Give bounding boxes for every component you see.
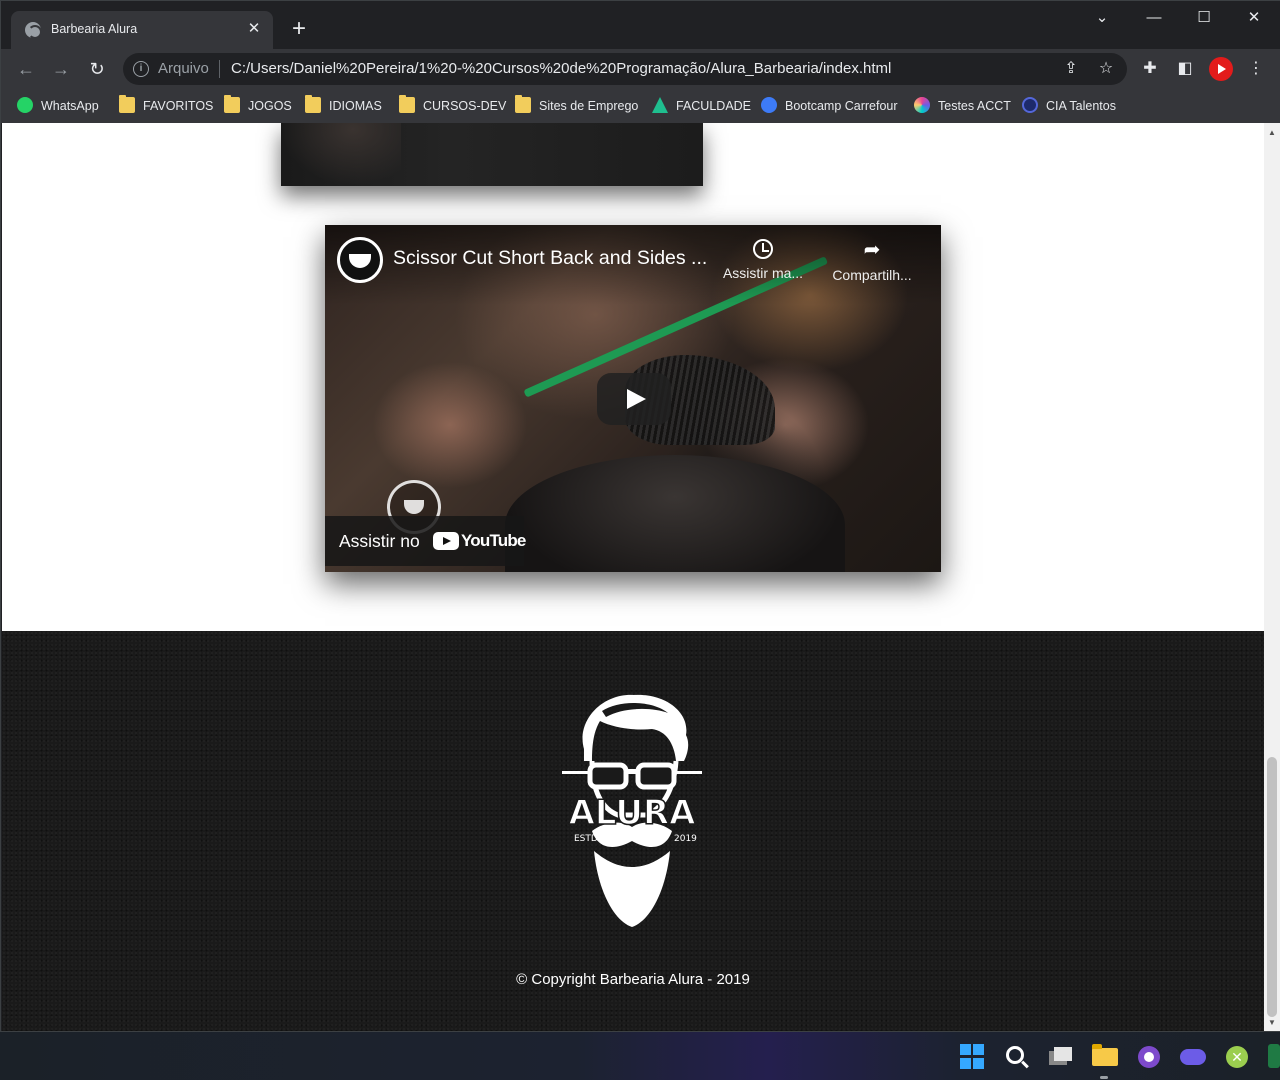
bookmark-label: FACULDADE (676, 99, 752, 113)
share-arrow-icon: ➦ (863, 239, 881, 261)
watch-on-label: Assistir no (339, 531, 420, 551)
minimize-button[interactable]: — (1129, 1, 1179, 35)
scroll-down-icon[interactable]: ▼ (1268, 1019, 1276, 1027)
task-view-icon[interactable] (1054, 1047, 1072, 1061)
bookmark-cia-talentos[interactable]: CIA Talentos (1022, 96, 1116, 116)
folder-icon (119, 95, 135, 113)
bookmark-whatsapp[interactable]: WhatsApp (17, 96, 99, 116)
file-explorer-icon[interactable] (1092, 1044, 1118, 1066)
share-icon[interactable]: ⇪ (1061, 59, 1081, 79)
bookmark-star-icon[interactable]: ☆ (1096, 59, 1116, 79)
bookmark-sites-de-emprego[interactable]: Sites de Emprego (515, 95, 639, 116)
site-info-icon[interactable]: i (133, 61, 149, 77)
alura-barber-logo: ALURA ESTD 2019 (562, 694, 702, 927)
page-viewport: Scissor Cut Short Back and Sides ... Ass… (2, 123, 1264, 1031)
scrollbar-thumb[interactable] (1267, 757, 1277, 1017)
bookmark-label: CURSOS-DEV (423, 99, 507, 113)
back-button[interactable]: ← (12, 55, 40, 83)
tab-close-icon[interactable]: ✕ (245, 20, 263, 38)
whatsapp-icon (17, 97, 33, 113)
bookmark-label: WhatsApp (41, 99, 99, 113)
bookmark-label: Testes ACCT (938, 99, 1011, 113)
excel-icon[interactable] (1268, 1044, 1280, 1068)
globe-icon (25, 22, 42, 39)
reload-button[interactable]: ↻ (83, 55, 111, 83)
bookmark-label: CIA Talentos (1046, 99, 1116, 113)
testes-icon (914, 97, 930, 113)
bookmark-idiomas[interactable]: IDIOMAS (305, 95, 382, 116)
youtube-wordmark: YouTube (461, 531, 526, 550)
channel-avatar[interactable] (337, 237, 383, 283)
clock-icon (753, 239, 773, 259)
logo-estd-text: ESTD (574, 834, 598, 844)
page-scrollbar[interactable]: ▲ ▼ (1264, 123, 1280, 1031)
maximize-button[interactable]: ☐ (1179, 1, 1229, 35)
play-button[interactable] (597, 373, 671, 425)
side-panel-icon[interactable]: ◧ (1174, 58, 1196, 80)
faculdade-icon (652, 97, 668, 113)
bookmark-jogos[interactable]: JOGOS (224, 95, 292, 116)
video-frame-head (505, 455, 845, 572)
bookmark-faculdade[interactable]: FACULDADE (652, 96, 751, 116)
bookmark-label: Bootcamp Carrefour (785, 99, 898, 113)
folder-icon (224, 95, 240, 113)
copyright-text: © Copyright Barbearia Alura - 2019 (516, 971, 750, 988)
logo-alura-text: ALURA (569, 793, 697, 833)
youtube-embed[interactable]: Scissor Cut Short Back and Sides ... Ass… (325, 225, 941, 572)
page-footer: ALURA ESTD 2019 © Copyright Barbearia Al… (2, 631, 1264, 1031)
bookmark-label: FAVORITOS (143, 99, 214, 113)
windows-taskbar (0, 1032, 1280, 1080)
logo-year-text: 2019 (674, 834, 697, 844)
tab-barbearia-alura[interactable]: Barbearia Alura ✕ (11, 11, 273, 49)
search-icon[interactable] (1006, 1046, 1024, 1064)
omnibox-divider (219, 60, 220, 78)
cia-icon (1022, 97, 1038, 113)
extensions-icon[interactable]: ✚ (1139, 58, 1161, 80)
folder-icon (515, 95, 531, 113)
youtube-play-icon (433, 532, 459, 550)
tab-search-button[interactable]: ⌄ (1077, 1, 1127, 35)
bookmarks-bar: WhatsApp FAVORITOS JOGOS IDIOMAS CURSOS-… (1, 89, 1280, 123)
url-text[interactable]: C:/Users/Daniel%20Pereira/1%20-%20Cursos… (231, 60, 891, 77)
game-controller-icon[interactable] (1180, 1049, 1206, 1065)
bookmark-label: JOGOS (248, 99, 292, 113)
youtube-extension-icon[interactable] (1209, 57, 1233, 81)
share-label: Compartilh... (832, 267, 912, 283)
xbox-icon[interactable] (1226, 1046, 1248, 1068)
bookmark-bootcamp-carrefour[interactable]: Bootcamp Carrefour (761, 96, 898, 116)
address-bar[interactable]: i Arquivo C:/Users/Daniel%20Pereira/1%20… (123, 53, 1127, 85)
bookmark-label: Sites de Emprego (539, 99, 639, 113)
browser-toolbar: ← → ↻ i Arquivo C:/Users/Daniel%20Pereir… (1, 49, 1280, 89)
bookmark-label: IDIOMAS (329, 99, 382, 113)
tab-title: Barbearia Alura (51, 22, 138, 36)
windows-start-icon[interactable] (960, 1044, 986, 1070)
watch-later-button[interactable]: Assistir ma... (713, 239, 813, 281)
close-window-button[interactable]: ✕ (1229, 1, 1279, 35)
browser-window: Barbearia Alura ✕ + ⌄ — ☐ ✕ ← → ↻ i Arqu… (0, 0, 1280, 1032)
scroll-up-icon[interactable]: ▲ (1268, 129, 1276, 137)
new-tab-button[interactable]: + (287, 17, 311, 41)
gallery-image-partial (281, 123, 703, 186)
watch-later-label: Assistir ma... (722, 265, 804, 281)
watch-on-youtube-button[interactable]: Assistir no YouTube (325, 516, 526, 566)
forward-button[interactable]: → (47, 55, 75, 83)
github-desktop-icon[interactable] (1138, 1046, 1160, 1068)
folder-icon (305, 95, 321, 113)
browser-menu-icon[interactable]: ⋮ (1245, 58, 1267, 80)
bootcamp-icon (761, 97, 777, 113)
bookmark-testes-acct[interactable]: Testes ACCT (914, 96, 1011, 116)
folder-icon (399, 95, 415, 113)
bookmark-cursos-dev[interactable]: CURSOS-DEV (399, 95, 507, 116)
tab-strip: Barbearia Alura ✕ + ⌄ — ☐ ✕ (1, 1, 1280, 49)
video-title[interactable]: Scissor Cut Short Back and Sides ... (393, 247, 707, 270)
bookmark-favoritos[interactable]: FAVORITOS (119, 95, 214, 116)
protocol-label: Arquivo (158, 60, 209, 77)
active-app-indicator (1100, 1076, 1108, 1079)
share-button[interactable]: ➦ Compartilh... (822, 239, 922, 283)
